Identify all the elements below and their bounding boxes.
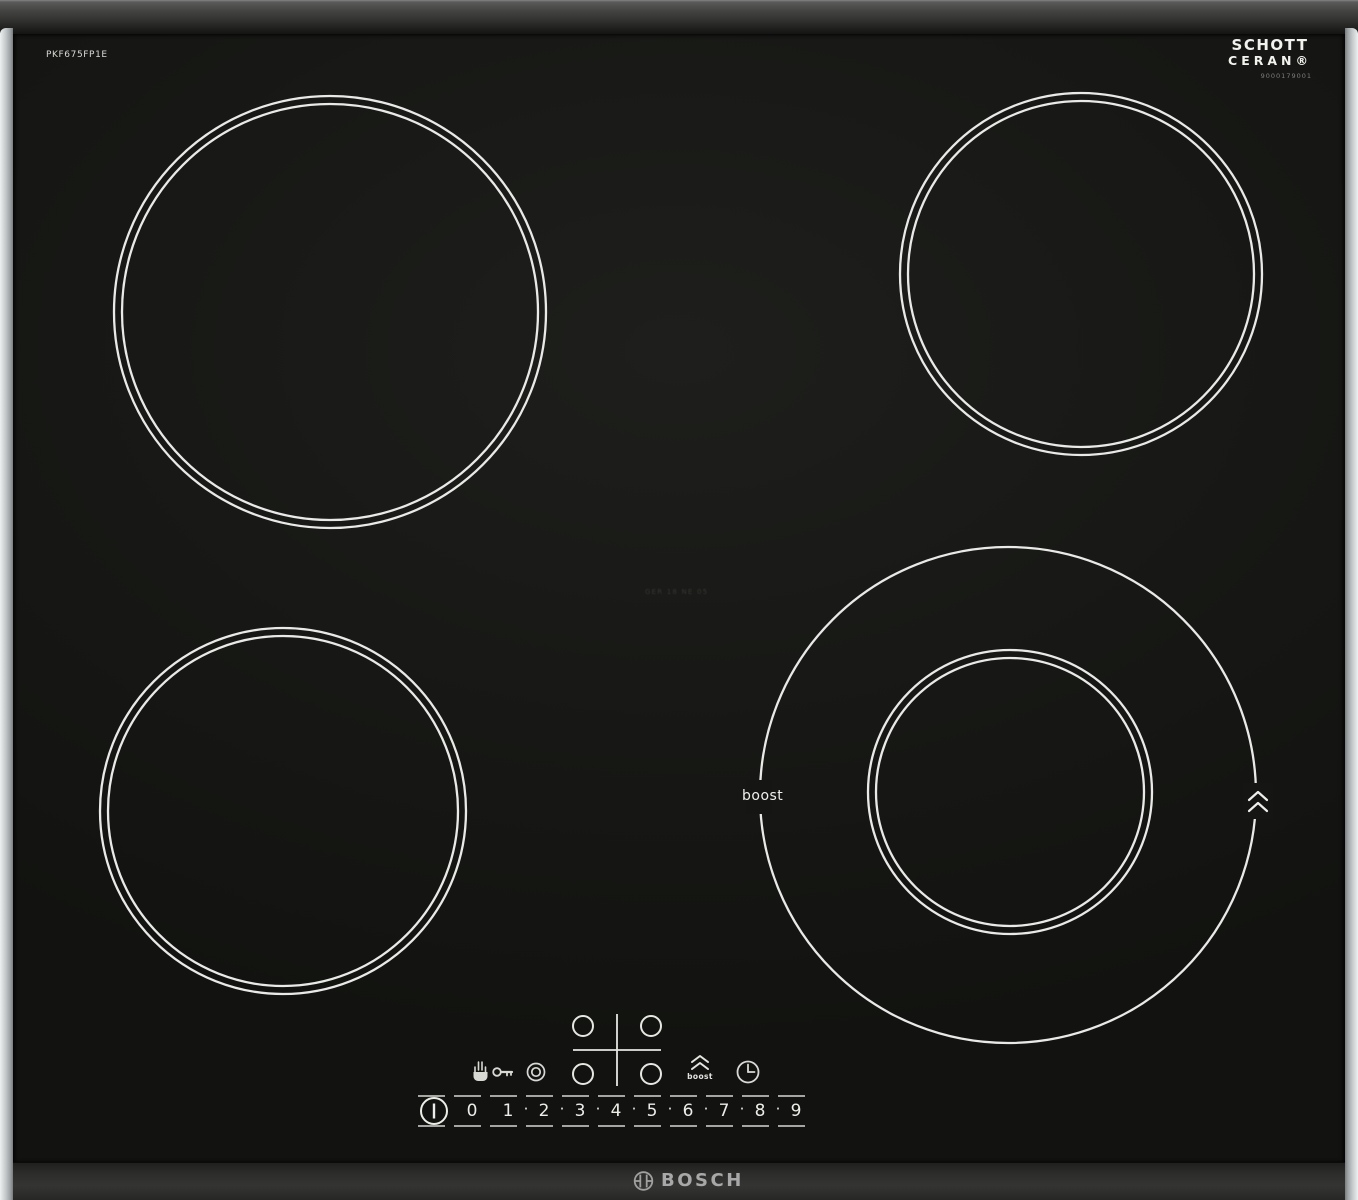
glass-etching: GER 18 NE 05: [645, 588, 709, 596]
zone-select-back-right[interactable]: [640, 1063, 662, 1085]
power-dot: ·: [523, 1100, 529, 1118]
glass-brand: SCHOTT CERAN®: [1228, 36, 1312, 68]
brand-wordmark: BOSCH: [661, 1170, 744, 1191]
zone-bottom-left-ring: [98, 626, 468, 996]
power-level-6[interactable]: 6: [683, 1101, 694, 1121]
power-level-4[interactable]: 4: [611, 1101, 622, 1121]
timer-icon[interactable]: [736, 1060, 760, 1084]
power-level-1[interactable]: 1: [503, 1101, 514, 1121]
bosch-logo-icon: [633, 1171, 654, 1191]
boost-button-icon[interactable]: [691, 1055, 709, 1070]
power-level-3[interactable]: 3: [575, 1101, 586, 1121]
zone-select-front-right[interactable]: [640, 1015, 662, 1037]
cooktop: PKF675FP1E SCHOTT CERAN® 9000179001 GER …: [0, 0, 1358, 1200]
power-level-0[interactable]: 0: [467, 1101, 478, 1121]
zone-select-front-left[interactable]: [572, 1015, 594, 1037]
dual-zone-icon[interactable]: [526, 1062, 546, 1082]
ring-gap-right: [1243, 783, 1273, 819]
power-dot: ·: [703, 1100, 709, 1118]
power-level-7[interactable]: 7: [719, 1101, 730, 1121]
power-toggle-icon[interactable]: [420, 1097, 448, 1125]
power-dot: ·: [667, 1100, 673, 1118]
power-dot: ·: [631, 1100, 637, 1118]
zone-top-left-ring: [112, 94, 548, 530]
glass-brand-line1: SCHOTT: [1231, 36, 1309, 54]
hob-graphics: [98, 91, 1273, 1191]
zone-top-right-ring: [898, 91, 1264, 457]
power-dot: ·: [595, 1100, 601, 1118]
zone-select-back-left[interactable]: [572, 1063, 594, 1085]
power-dot: ·: [739, 1100, 745, 1118]
zone-dual-ring: [758, 545, 1258, 1045]
power-level-8[interactable]: 8: [755, 1101, 766, 1121]
power-dot: ·: [559, 1100, 565, 1118]
zone-selector-cross[interactable]: [572, 1014, 662, 1086]
boost-button-label[interactable]: boost: [687, 1072, 713, 1081]
power-level-9[interactable]: 9: [791, 1101, 802, 1121]
boost-zone-label: boost: [742, 788, 784, 804]
power-level-2[interactable]: 2: [539, 1101, 550, 1121]
part-number: 9000179001: [1260, 72, 1312, 80]
power-level-5[interactable]: 5: [647, 1101, 658, 1121]
glass-brand-line2: CERAN®: [1228, 52, 1312, 68]
power-dot: ·: [775, 1100, 781, 1118]
child-lock-icon[interactable]: [473, 1061, 514, 1081]
model-number: PKF675FP1E: [46, 50, 108, 60]
